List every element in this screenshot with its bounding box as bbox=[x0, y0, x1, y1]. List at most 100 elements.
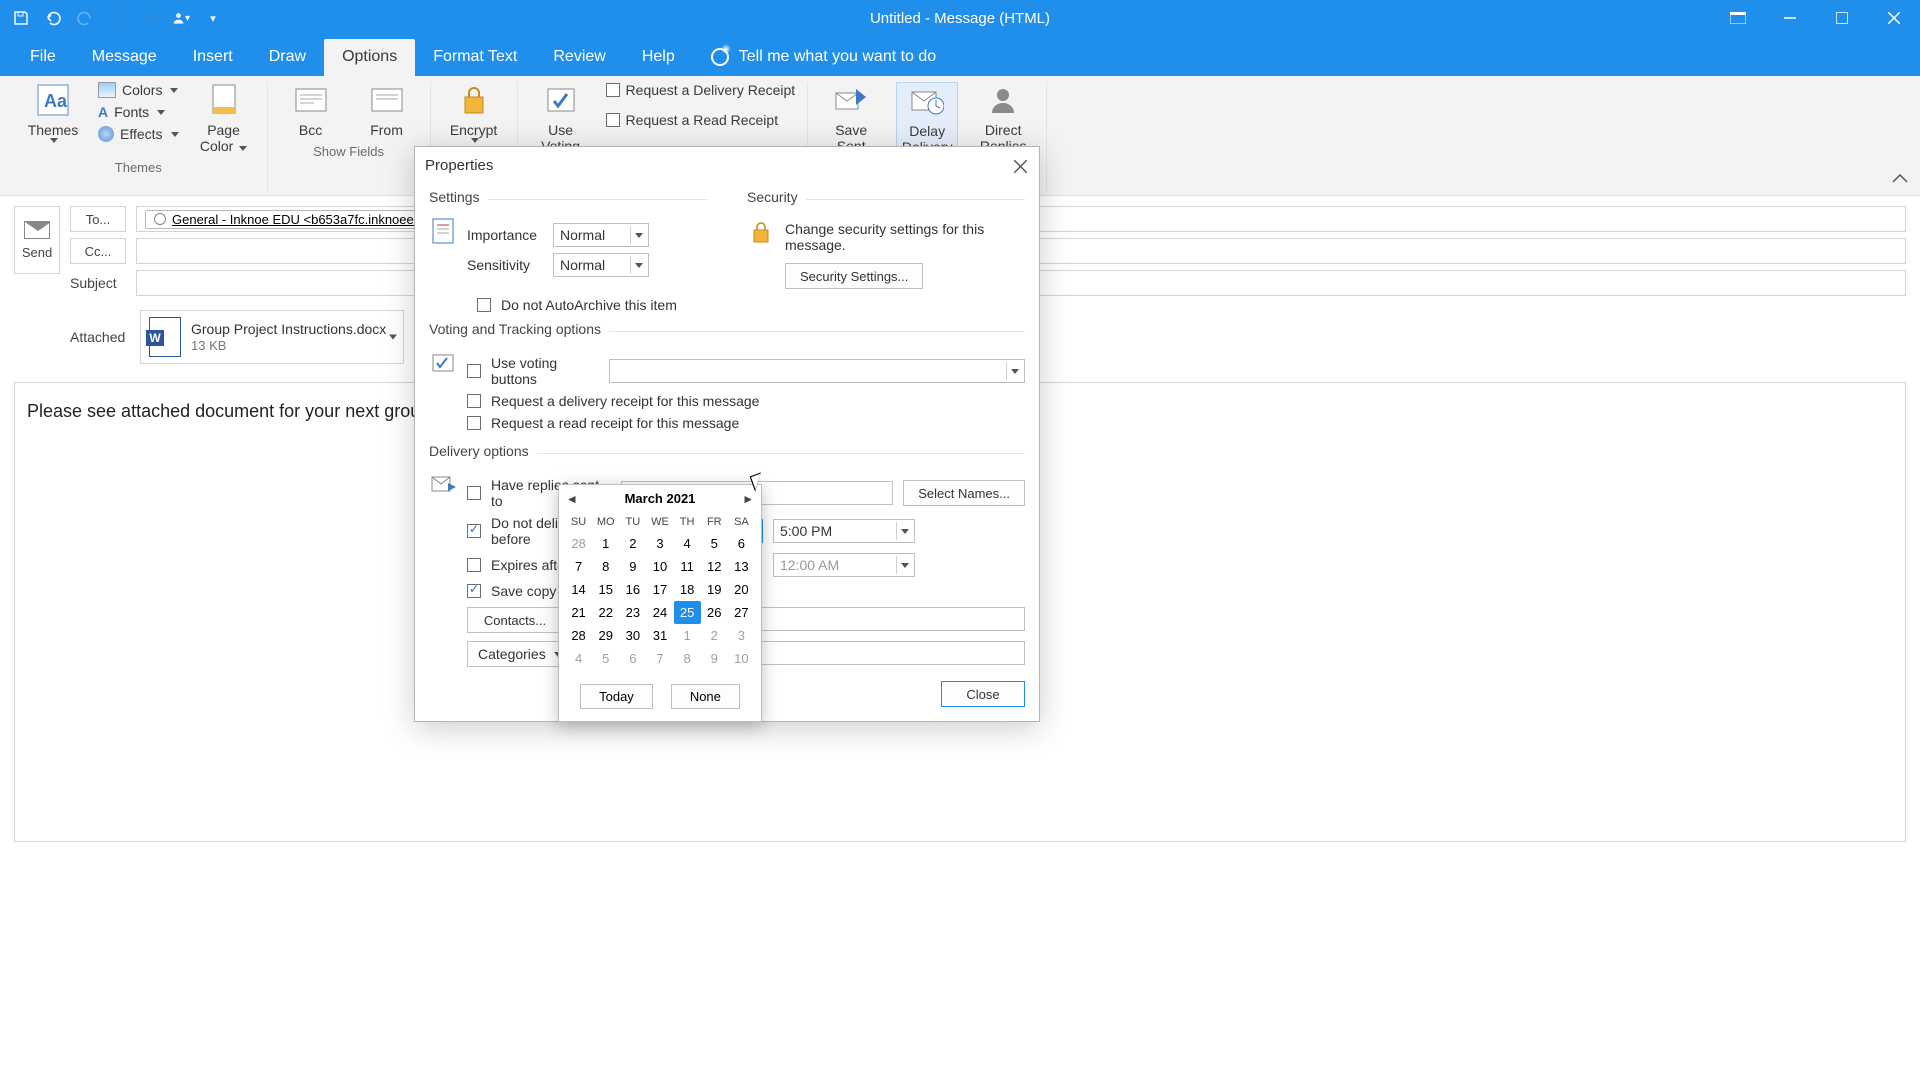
calendar-day[interactable]: 15 bbox=[592, 578, 619, 601]
calendar-day[interactable]: 20 bbox=[728, 578, 755, 601]
calendar-day[interactable]: 26 bbox=[701, 601, 728, 624]
security-settings-button[interactable]: Security Settings... bbox=[785, 263, 923, 289]
ribbon-display-icon[interactable] bbox=[1712, 0, 1764, 36]
read-receipt-checkbox[interactable] bbox=[467, 416, 481, 430]
calendar-day[interactable]: 7 bbox=[565, 555, 592, 578]
save-copy-checkbox[interactable] bbox=[467, 584, 481, 598]
calendar-day[interactable]: 24 bbox=[646, 601, 673, 624]
calendar-day[interactable]: 13 bbox=[728, 555, 755, 578]
minimize-icon[interactable] bbox=[1764, 0, 1816, 36]
calendar-day[interactable]: 9 bbox=[619, 555, 646, 578]
calendar-day[interactable]: 17 bbox=[646, 578, 673, 601]
person-icon[interactable]: ▾ bbox=[172, 9, 190, 27]
calendar-day[interactable]: 6 bbox=[728, 532, 755, 555]
maximize-icon[interactable] bbox=[1816, 0, 1868, 36]
calendar-day[interactable]: 11 bbox=[674, 555, 701, 578]
themes-button[interactable]: Aa Themes bbox=[22, 82, 84, 143]
attachment-card[interactable]: Group Project Instructions.docx 13 KB bbox=[140, 310, 404, 364]
use-voting-checkbox[interactable] bbox=[467, 364, 481, 378]
calendar-day[interactable]: 29 bbox=[592, 624, 619, 647]
no-deliver-before-checkbox[interactable] bbox=[467, 524, 481, 538]
calendar-day[interactable]: 16 bbox=[619, 578, 646, 601]
redo-icon[interactable] bbox=[76, 9, 94, 27]
calendar-day[interactable]: 31 bbox=[646, 624, 673, 647]
colors-button[interactable]: Colors bbox=[98, 82, 179, 98]
calendar-day[interactable]: 2 bbox=[619, 532, 646, 555]
calendar-day[interactable]: 28 bbox=[565, 624, 592, 647]
delivery-receipt-checkbox[interactable] bbox=[467, 394, 481, 408]
close-button[interactable]: Close bbox=[941, 681, 1025, 707]
tab-insert[interactable]: Insert bbox=[175, 39, 251, 76]
save-icon[interactable] bbox=[12, 9, 30, 27]
calendar-day[interactable]: 18 bbox=[674, 578, 701, 601]
calendar-day[interactable]: 30 bbox=[619, 624, 646, 647]
effects-button[interactable]: Effects bbox=[98, 126, 179, 142]
cc-button[interactable]: Cc... bbox=[70, 238, 126, 264]
calendar-day[interactable]: 1 bbox=[674, 624, 701, 647]
request-delivery-receipt-checkbox[interactable]: Request a Delivery Receipt bbox=[606, 82, 796, 98]
voting-combo[interactable] bbox=[609, 359, 1025, 383]
calendar-day[interactable]: 3 bbox=[646, 532, 673, 555]
calendar-day[interactable]: 23 bbox=[619, 601, 646, 624]
calendar-day[interactable]: 8 bbox=[674, 647, 701, 670]
calendar-day[interactable]: 8 bbox=[592, 555, 619, 578]
tab-format-text[interactable]: Format Text bbox=[415, 39, 535, 76]
calendar-day[interactable]: 27 bbox=[728, 601, 755, 624]
tab-draw[interactable]: Draw bbox=[251, 39, 324, 76]
calendar-day[interactable]: 6 bbox=[619, 647, 646, 670]
calendar-day[interactable]: 21 bbox=[565, 601, 592, 624]
page-color-button[interactable]: Page Color bbox=[193, 82, 255, 154]
dialog-close-icon[interactable] bbox=[1007, 153, 1033, 179]
calendar-day[interactable]: 3 bbox=[728, 624, 755, 647]
sensitivity-combo[interactable]: Normal bbox=[553, 253, 649, 277]
calendar-day[interactable]: 22 bbox=[592, 601, 619, 624]
attachment-menu-icon[interactable] bbox=[389, 335, 397, 340]
tab-review[interactable]: Review bbox=[535, 39, 623, 76]
close-icon[interactable] bbox=[1868, 0, 1920, 36]
calendar-day[interactable]: 10 bbox=[646, 555, 673, 578]
fonts-button[interactable]: AFonts bbox=[98, 104, 179, 120]
title-bar: ↑ ↓ ▾ ▾ Untitled - Message (HTML) bbox=[0, 0, 1920, 36]
calendar-day[interactable]: 2 bbox=[701, 624, 728, 647]
send-button[interactable]: Send bbox=[14, 206, 60, 274]
tab-help[interactable]: Help bbox=[624, 39, 693, 76]
today-button[interactable]: Today bbox=[580, 684, 653, 709]
to-button[interactable]: To... bbox=[70, 206, 126, 232]
tab-message[interactable]: Message bbox=[74, 39, 175, 76]
have-replies-checkbox[interactable] bbox=[467, 486, 481, 500]
categories-button[interactable]: Categories bbox=[467, 641, 563, 667]
calendar-day[interactable]: 14 bbox=[565, 578, 592, 601]
tab-file[interactable]: File bbox=[12, 39, 74, 76]
calendar-day[interactable]: 5 bbox=[701, 532, 728, 555]
bcc-button[interactable]: Bcc bbox=[280, 82, 342, 138]
next-month-icon[interactable]: ▸ bbox=[743, 494, 753, 504]
calendar-day[interactable]: 5 bbox=[592, 647, 619, 670]
calendar-day[interactable]: 4 bbox=[565, 647, 592, 670]
tell-me[interactable]: Tell me what you want to do bbox=[711, 48, 936, 76]
calendar-day[interactable]: 12 bbox=[701, 555, 728, 578]
importance-combo[interactable]: Normal bbox=[553, 223, 649, 247]
tab-options[interactable]: Options bbox=[324, 39, 415, 76]
select-names-button[interactable]: Select Names... bbox=[903, 480, 1025, 506]
calendar-day[interactable]: 28 bbox=[565, 532, 592, 555]
from-button[interactable]: From bbox=[356, 82, 418, 138]
calendar-day[interactable]: 9 bbox=[701, 647, 728, 670]
calendar-day[interactable]: 4 bbox=[674, 532, 701, 555]
encrypt-button[interactable]: Encrypt bbox=[443, 82, 505, 143]
calendar-day[interactable]: 10 bbox=[728, 647, 755, 670]
collapse-ribbon-icon[interactable] bbox=[1890, 169, 1910, 189]
expires-time-combo[interactable]: 12:00 AM bbox=[773, 553, 915, 577]
contacts-button[interactable]: Contacts... bbox=[467, 607, 563, 633]
none-button[interactable]: None bbox=[671, 684, 740, 709]
no-deliver-time-combo[interactable]: 5:00 PM bbox=[773, 519, 915, 543]
undo-icon[interactable] bbox=[44, 9, 62, 27]
qat-customize-icon[interactable]: ▾ bbox=[204, 9, 222, 27]
request-read-receipt-checkbox[interactable]: Request a Read Receipt bbox=[606, 112, 796, 128]
prev-month-icon[interactable]: ◂ bbox=[567, 494, 577, 504]
calendar-day[interactable]: 1 bbox=[592, 532, 619, 555]
calendar-day[interactable]: 19 bbox=[701, 578, 728, 601]
expires-checkbox[interactable] bbox=[467, 558, 481, 572]
calendar-day[interactable]: 25 bbox=[674, 601, 701, 624]
no-autoarchive-checkbox[interactable] bbox=[477, 298, 491, 312]
calendar-day[interactable]: 7 bbox=[646, 647, 673, 670]
